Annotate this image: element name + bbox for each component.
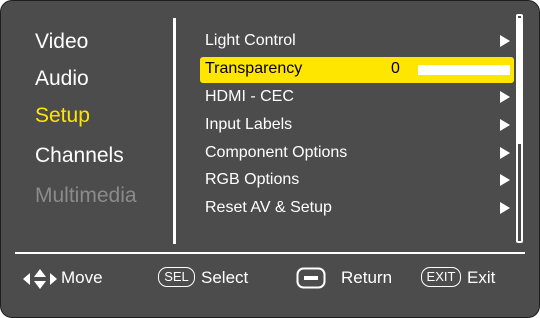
right-triangle-icon	[500, 35, 510, 47]
submenu-item-rgb-options[interactable]: RGB Options	[200, 168, 514, 194]
hint-exit: EXIT Exit	[421, 267, 521, 291]
button-hints: Move SEL Select Return EXIT Exit	[1, 259, 539, 309]
footer-divider	[15, 252, 525, 254]
right-triangle-icon	[500, 202, 510, 214]
category-video[interactable]: Video	[35, 30, 88, 54]
osd-menu: Video Audio Setup Channels Multimedia Li…	[0, 0, 540, 318]
right-triangle-icon	[500, 174, 510, 186]
hint-move-label: Move	[61, 268, 103, 287]
right-triangle-icon	[500, 119, 510, 131]
submenu-item-input-labels[interactable]: Input Labels	[200, 113, 514, 139]
hint-move: Move	[21, 267, 131, 291]
submenu-scrollbar[interactable]	[516, 14, 523, 243]
menu-divider	[173, 18, 176, 244]
sel-key-badge: SEL	[158, 267, 195, 287]
submenu-item-label: Reset AV & Setup	[205, 199, 332, 216]
hint-select-label: Select	[201, 268, 249, 287]
submenu-item-light-control[interactable]: Light Control	[200, 29, 514, 55]
submenu-item-component-options[interactable]: Component Options	[200, 141, 514, 167]
category-audio[interactable]: Audio	[35, 67, 89, 91]
right-triangle-icon	[500, 91, 510, 103]
submenu-item-label: Component Options	[205, 144, 348, 161]
submenu-item-label: RGB Options	[205, 171, 300, 188]
submenu-item-label: Transparency	[205, 60, 303, 77]
submenu-item-label: Light Control	[205, 32, 296, 49]
submenu-item-hdmi-cec[interactable]: HDMI - CEC	[200, 85, 514, 111]
hint-return-label: Return	[341, 268, 393, 287]
four-way-arrows-icon	[23, 269, 57, 289]
hint-exit-label: Exit	[467, 268, 496, 287]
slider-fill	[418, 65, 510, 75]
submenu-item-transparency[interactable]: Transparency 0	[200, 57, 514, 83]
right-triangle-icon	[500, 147, 510, 159]
minus-button-icon	[296, 267, 326, 289]
submenu-item-label: Input Labels	[205, 116, 293, 133]
scroll-thumb[interactable]	[518, 18, 521, 144]
category-multimedia: Multimedia	[35, 184, 137, 207]
hint-select: SEL Select	[158, 267, 268, 291]
category-channels[interactable]: Channels	[35, 144, 124, 168]
exit-key-badge: EXIT	[421, 267, 461, 287]
category-setup[interactable]: Setup	[35, 104, 90, 128]
transparency-slider[interactable]	[418, 65, 510, 75]
transparency-value: 0	[391, 60, 400, 77]
submenu-item-reset-av-setup[interactable]: Reset AV & Setup	[200, 196, 514, 222]
hint-return: Return	[296, 267, 406, 291]
submenu-item-label: HDMI - CEC	[205, 88, 294, 105]
